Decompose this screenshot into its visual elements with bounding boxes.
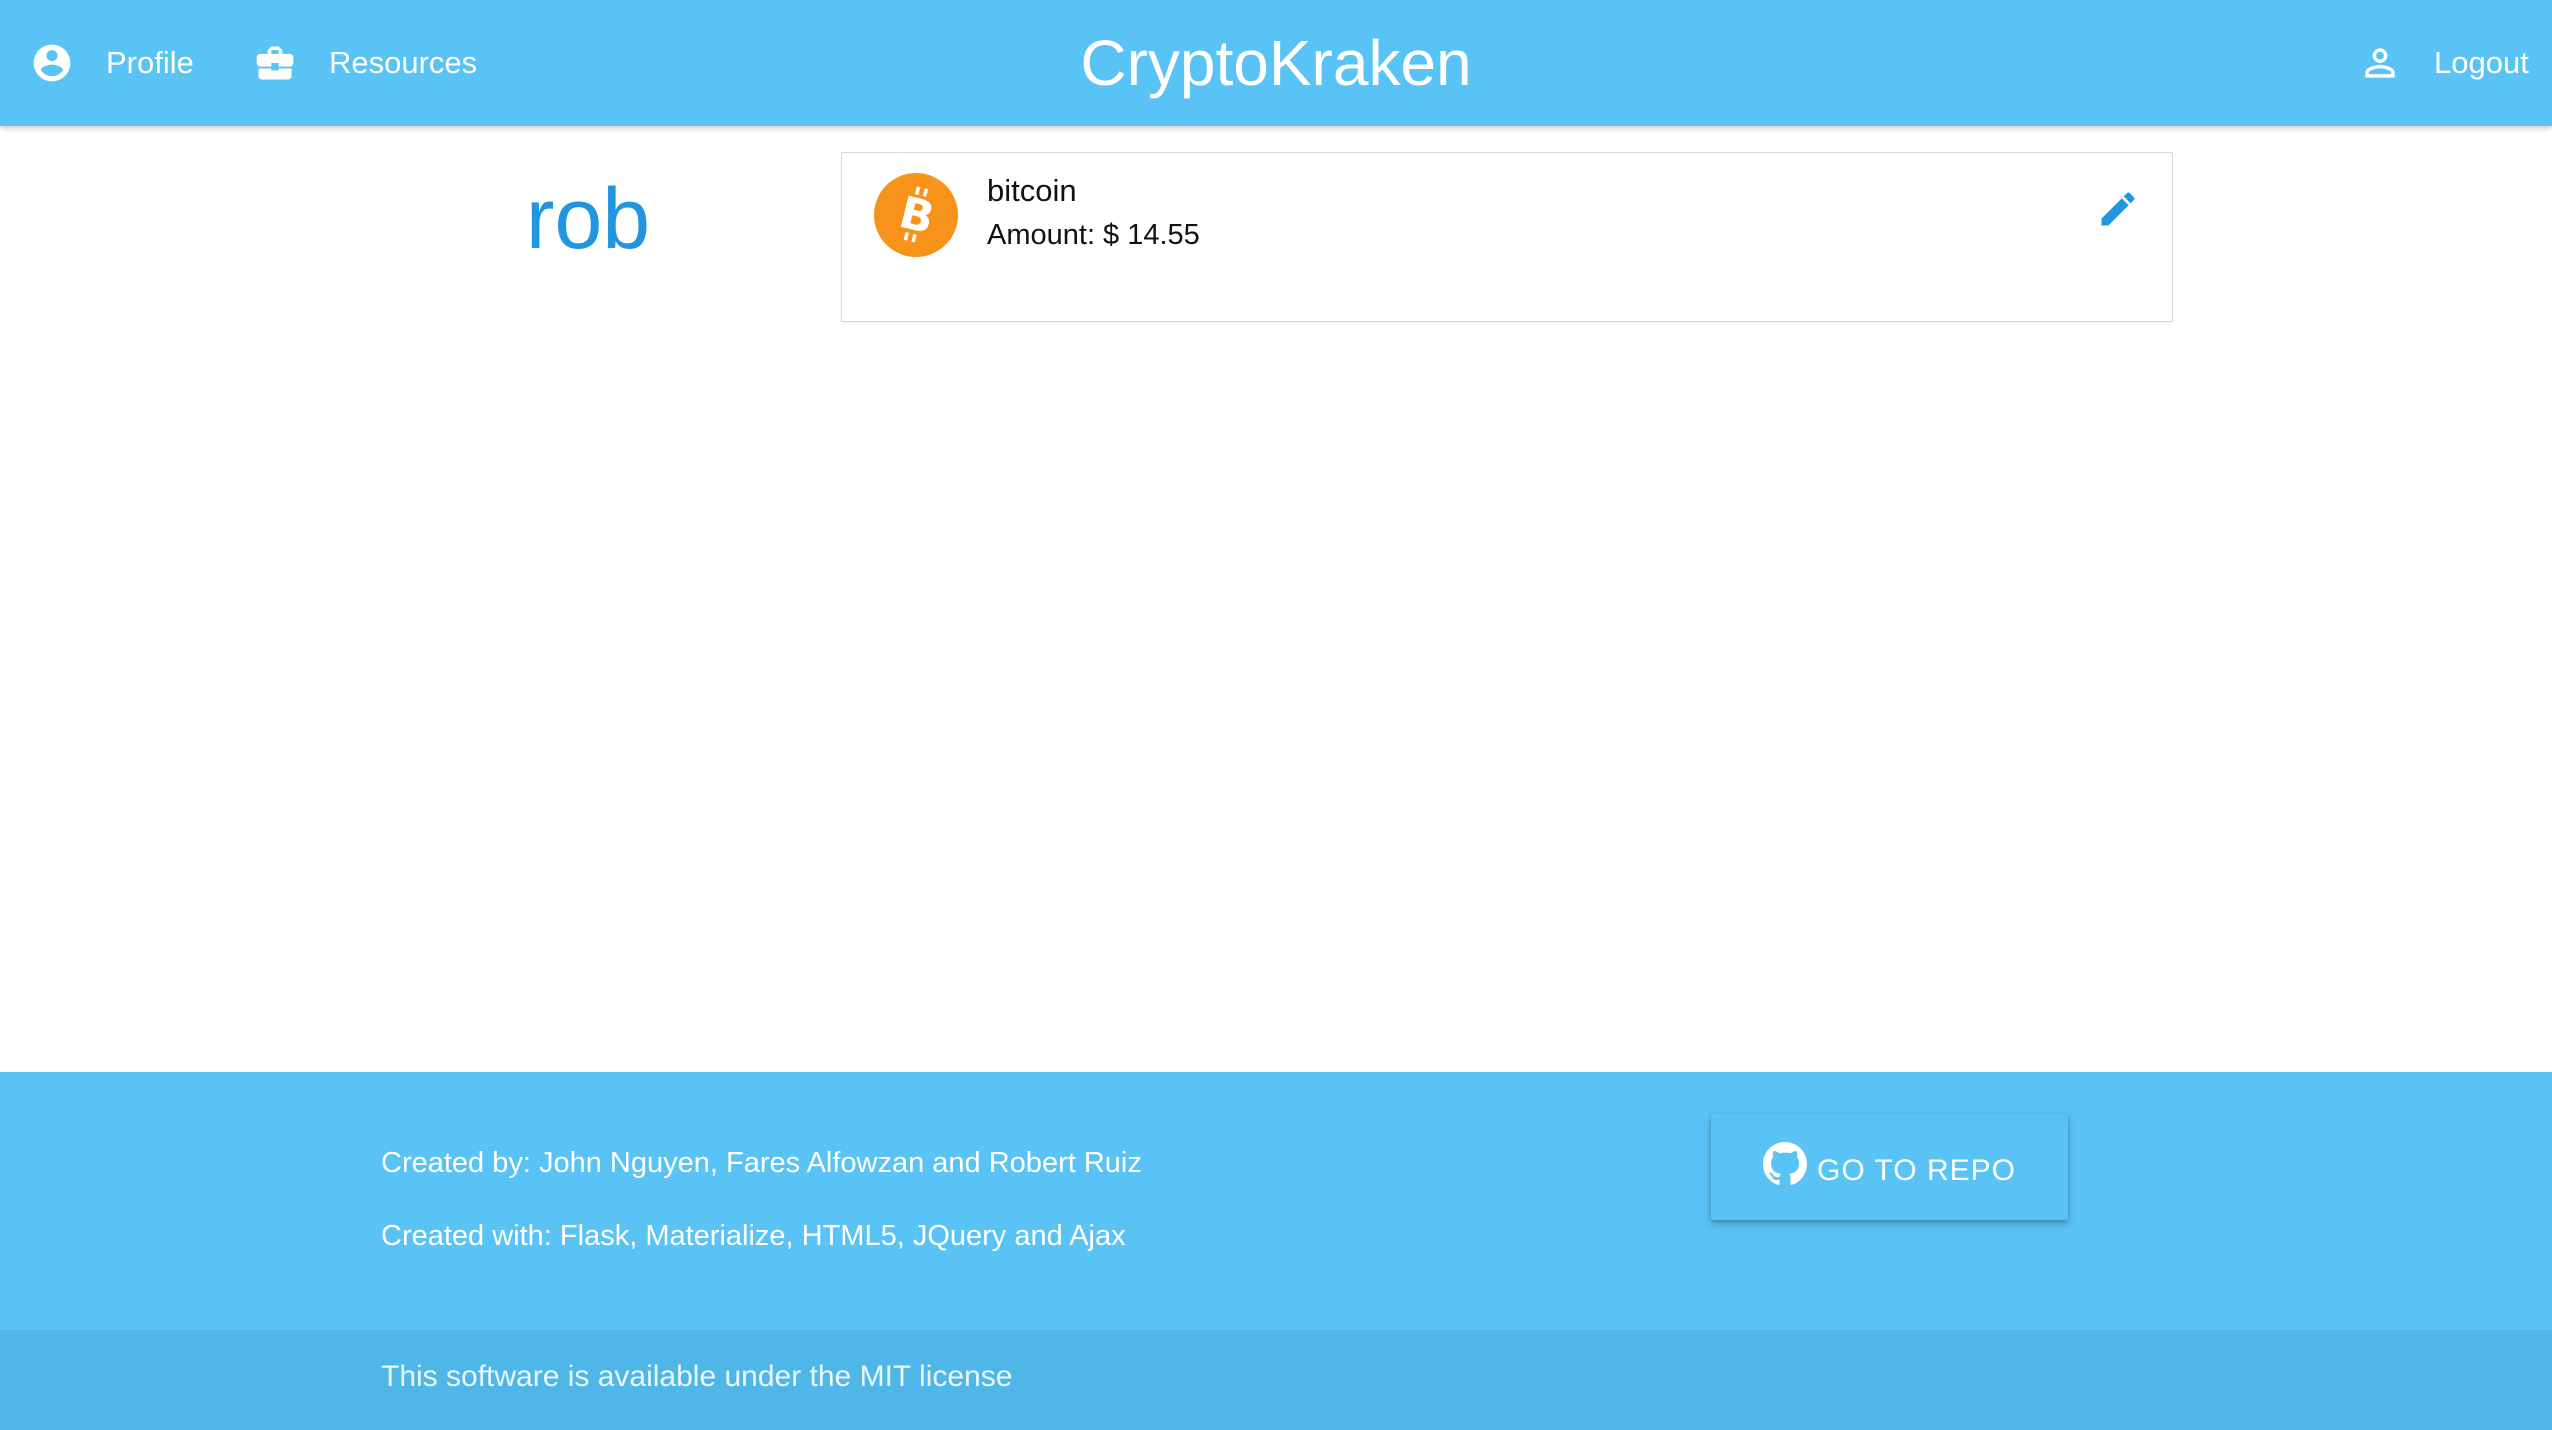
person-outline-icon — [2358, 41, 2402, 85]
holding-coin-name: bitcoin — [987, 173, 1077, 208]
account-circle-icon — [30, 41, 74, 85]
github-icon — [1763, 1142, 1808, 1186]
go-to-repo-button[interactable]: GO TO REPO — [1711, 1114, 2068, 1220]
footer-copyright: This software is available under the MIT… — [0, 1330, 2552, 1430]
holding-card: B bitcoin Amount: $ 14.55 — [841, 152, 2173, 322]
license-text: This software is available under the MIT… — [381, 1360, 1013, 1393]
nav-resources-label: Resources — [329, 45, 478, 80]
nav-profile-link[interactable]: Profile — [30, 0, 194, 126]
nav-logout-link[interactable]: Logout — [2358, 0, 2529, 126]
top-navbar: Profile Resources CryptoKraken Logout — [0, 0, 2552, 126]
nav-logout-label: Logout — [2434, 45, 2529, 80]
edit-holding-button[interactable] — [2096, 187, 2140, 231]
nav-profile-label: Profile — [106, 45, 194, 80]
briefcase-icon — [253, 41, 297, 85]
go-to-repo-label: GO TO REPO — [1817, 1154, 2016, 1187]
nav-resources-link[interactable]: Resources — [253, 0, 477, 126]
brand-logo-text[interactable]: CryptoKraken — [1080, 27, 1471, 99]
footer-created-with: Created with: Flask, Materialize, HTML5,… — [381, 1220, 1126, 1252]
pencil-icon — [2101, 192, 2135, 226]
holding-amount: Amount: $ 14.55 — [987, 219, 1200, 251]
footer-created-by: Created by: John Nguyen, Fares Alfowzan … — [381, 1147, 1142, 1179]
profile-username: rob — [525, 171, 651, 267]
page-footer: Created by: John Nguyen, Fares Alfowzan … — [0, 1072, 2552, 1330]
bitcoin-icon: B — [874, 173, 958, 257]
